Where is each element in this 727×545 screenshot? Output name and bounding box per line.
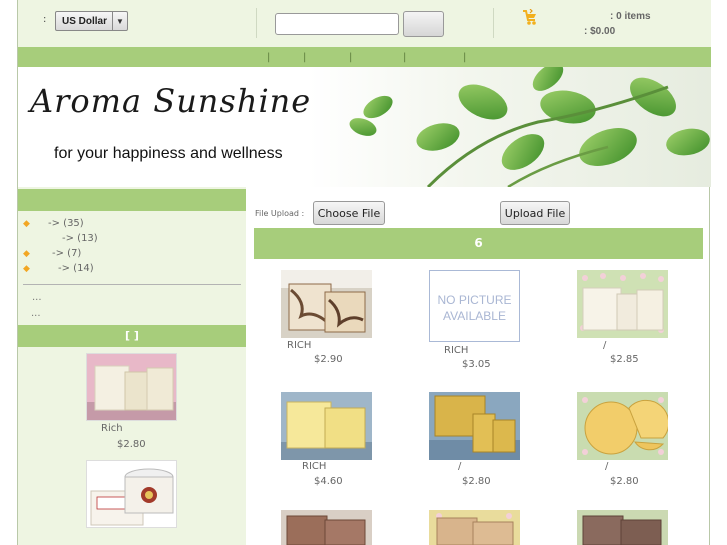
banner: Aroma Sunshine for your happiness and we… bbox=[18, 67, 711, 187]
nav-bar: | | | | | bbox=[18, 47, 711, 67]
product-image[interactable] bbox=[429, 392, 520, 460]
header-divider bbox=[256, 8, 257, 38]
sidebar-link[interactable]: ... bbox=[32, 292, 42, 303]
nav-separator: | bbox=[403, 52, 407, 63]
herb-leaves-image bbox=[308, 67, 711, 187]
product-image[interactable] bbox=[429, 510, 520, 545]
sidebar: ◆ -> (35) -> (13) ◆ -> (7) ◆ -> (14) ...… bbox=[18, 187, 246, 545]
header-divider bbox=[493, 8, 494, 38]
nav-separator: | bbox=[463, 52, 467, 63]
site-tagline: for your happiness and wellness bbox=[54, 145, 283, 162]
product-price: $2.80 bbox=[462, 476, 491, 487]
search-button[interactable] bbox=[403, 11, 444, 37]
cart-total: : $0.00 bbox=[584, 26, 616, 37]
product-price: $2.85 bbox=[610, 354, 639, 365]
product-name[interactable]: RICH bbox=[302, 461, 326, 472]
nav-separator: | bbox=[303, 52, 307, 63]
featured-product-price: $2.80 bbox=[117, 439, 146, 450]
product-image[interactable] bbox=[577, 392, 668, 460]
product-name[interactable]: / bbox=[603, 340, 606, 351]
no-picture-placeholder[interactable]: NO PICTURE AVAILABLE bbox=[429, 270, 520, 342]
sidebar-link[interactable]: ... bbox=[31, 308, 41, 319]
chevron-down-icon: ▼ bbox=[112, 12, 127, 30]
product-price: $4.60 bbox=[314, 476, 343, 487]
currency-selected-value: US Dollar bbox=[62, 15, 108, 27]
bullet-icon: ◆ bbox=[23, 219, 30, 229]
product-list-header: 6 bbox=[254, 228, 703, 259]
product-image[interactable] bbox=[577, 270, 668, 338]
featured-product-image[interactable] bbox=[86, 353, 177, 421]
product-image[interactable] bbox=[281, 510, 372, 545]
sidebar-divider bbox=[23, 284, 241, 285]
nav-separator: | bbox=[267, 52, 271, 63]
currency-select[interactable]: US Dollar ▼ bbox=[55, 11, 129, 31]
bullet-icon: ◆ bbox=[23, 249, 30, 259]
product-image[interactable] bbox=[281, 270, 372, 338]
featured-product-image[interactable] bbox=[86, 460, 177, 528]
site-logo-title[interactable]: Aroma Sunshine bbox=[30, 82, 311, 120]
nav-separator: | bbox=[349, 52, 353, 63]
bullet-icon: ◆ bbox=[23, 264, 30, 274]
category-item[interactable]: ◆ -> (35) bbox=[18, 217, 246, 232]
product-price: $2.90 bbox=[314, 354, 343, 365]
currency-label: : bbox=[43, 14, 47, 25]
categories-header bbox=[18, 189, 246, 211]
product-image[interactable] bbox=[577, 510, 668, 545]
category-item[interactable]: -> (13) bbox=[18, 232, 246, 247]
product-image[interactable] bbox=[281, 392, 372, 460]
cart-item-count: : 0 items bbox=[610, 11, 651, 22]
page: : US Dollar ▼ : 0 items : $0.00 | | | | … bbox=[17, 0, 711, 545]
file-upload-label: File Upload : bbox=[255, 209, 305, 218]
category-item[interactable]: ◆ -> (7) bbox=[18, 247, 246, 262]
cart-icon[interactable] bbox=[522, 9, 538, 27]
product-name[interactable]: RICH bbox=[444, 345, 468, 356]
top-bar: : US Dollar ▼ : 0 items : $0.00 bbox=[18, 0, 711, 47]
search-input[interactable] bbox=[275, 13, 399, 35]
product-price: $2.80 bbox=[610, 476, 639, 487]
category-item[interactable]: ◆ -> (14) bbox=[18, 262, 246, 277]
product-price: $3.05 bbox=[462, 359, 491, 370]
featured-product-name[interactable]: Rich bbox=[101, 423, 123, 434]
upload-file-button[interactable]: Upload File bbox=[500, 201, 570, 225]
category-list: ◆ -> (35) -> (13) ◆ -> (7) ◆ -> (14) bbox=[18, 217, 246, 277]
product-name[interactable]: / bbox=[605, 461, 608, 472]
product-name[interactable]: / bbox=[458, 461, 461, 472]
choose-file-button[interactable]: Choose File bbox=[313, 201, 385, 225]
featured-header: [ ] bbox=[18, 325, 246, 347]
product-name[interactable]: RICH bbox=[287, 340, 311, 351]
